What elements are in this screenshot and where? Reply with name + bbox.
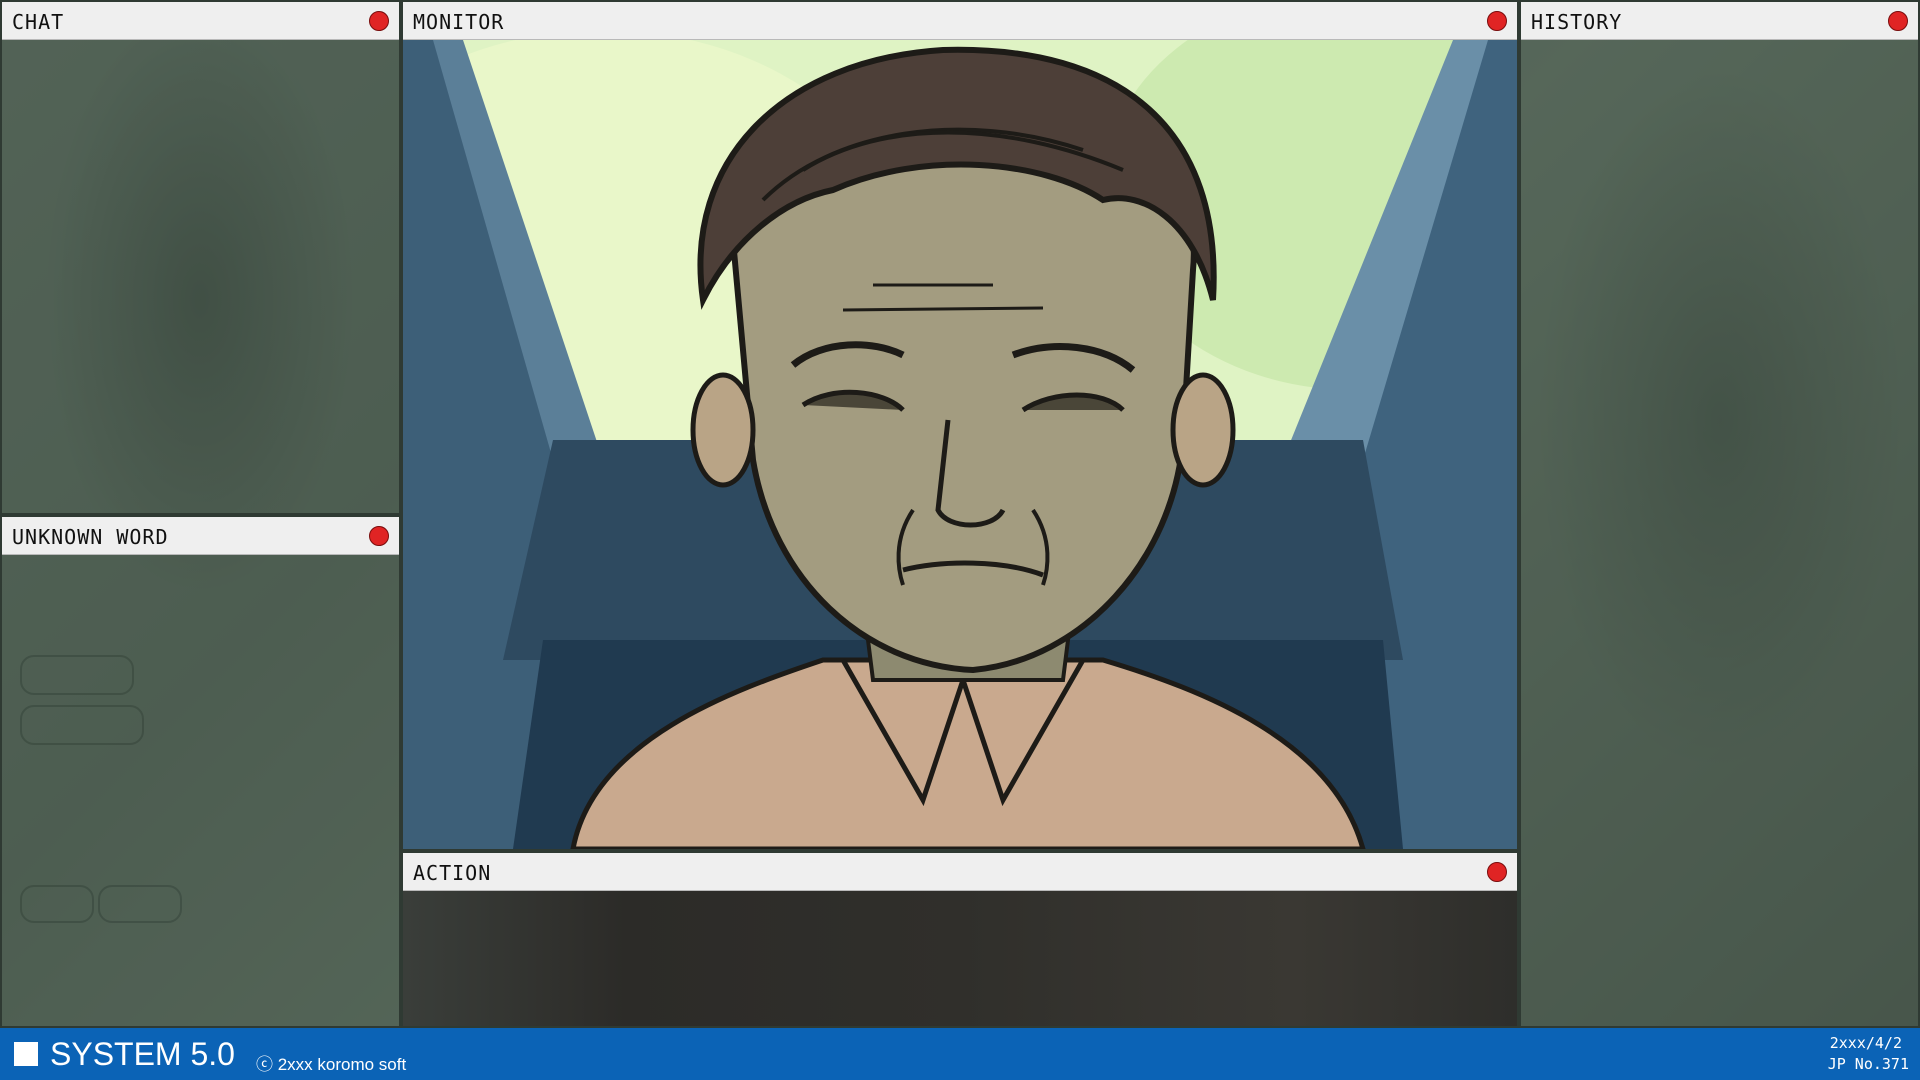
word-chip-placeholder	[98, 885, 182, 923]
chat-panel: CHAT	[0, 0, 401, 515]
word-chip-placeholder	[20, 655, 134, 695]
action-panel-header[interactable]: ACTION	[403, 853, 1517, 891]
unknown-word-close-icon[interactable]	[369, 526, 389, 546]
history-panel-title: HISTORY	[1531, 10, 1623, 34]
action-panel-title: ACTION	[413, 861, 492, 885]
monitor-view	[403, 40, 1517, 849]
unknown-word-panel: UNKNOWN WORD	[0, 515, 401, 1028]
action-panel: ACTION	[401, 851, 1519, 1028]
taskbar: SYSTEM 5.0 ⓒ 2xxx koromo soft 2xxx/4/2 J…	[0, 1028, 1920, 1080]
id-display: JP No.371	[1827, 1055, 1909, 1073]
monitor-close-icon[interactable]	[1487, 11, 1507, 31]
monitor-panel-title: MONITOR	[413, 10, 505, 34]
unknown-word-panel-body	[2, 555, 399, 1026]
start-square-icon[interactable]	[14, 1042, 38, 1066]
history-panel: HISTORY	[1519, 0, 1920, 1028]
history-panel-header[interactable]: HISTORY	[1521, 2, 1918, 40]
action-close-icon[interactable]	[1487, 862, 1507, 882]
chat-panel-body	[2, 40, 399, 513]
character-portrait	[403, 40, 1517, 849]
word-chip-placeholder	[20, 705, 144, 745]
history-panel-body	[1521, 40, 1918, 1026]
chat-close-icon[interactable]	[369, 11, 389, 31]
monitor-panel-header[interactable]: MONITOR	[403, 2, 1517, 40]
chat-panel-header[interactable]: CHAT	[2, 2, 399, 40]
unknown-word-panel-header[interactable]: UNKNOWN WORD	[2, 517, 399, 555]
word-chip-placeholder	[20, 885, 94, 923]
action-panel-body[interactable]	[403, 891, 1517, 1026]
monitor-panel: MONITOR	[401, 0, 1519, 851]
copyright-text: ⓒ 2xxx koromo soft	[256, 1055, 407, 1074]
chat-panel-title: CHAT	[12, 10, 65, 34]
unknown-word-panel-title: UNKNOWN WORD	[12, 525, 169, 549]
date-display: 2xxx/4/2	[1829, 1034, 1902, 1052]
history-close-icon[interactable]	[1888, 11, 1908, 31]
system-label[interactable]: SYSTEM 5.0	[50, 1036, 235, 1073]
